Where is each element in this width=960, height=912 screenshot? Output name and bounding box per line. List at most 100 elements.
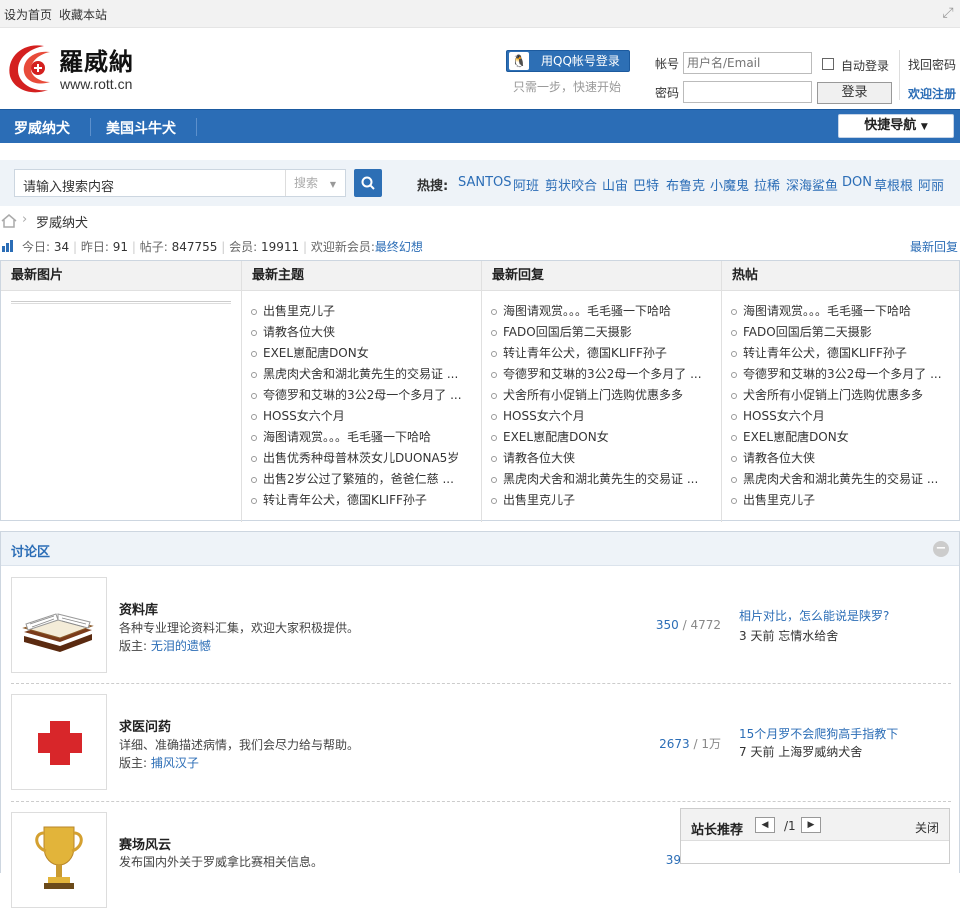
hot-search-item[interactable]: 阿班 — [513, 175, 539, 194]
list-item[interactable]: 请教各位大侠 — [491, 450, 713, 471]
last-post-user[interactable]: 忘情水给舍 — [778, 629, 838, 643]
list-item[interactable]: HOSS女六个月 — [491, 408, 713, 429]
auto-login-checkbox[interactable] — [822, 58, 834, 70]
list-item[interactable]: 转让青年公犬，德国KLIFF孙子 — [491, 345, 713, 366]
home-icon[interactable] — [1, 214, 17, 228]
list-item[interactable]: 海图请观赏。。。毛毛骚一下哈哈 — [251, 429, 473, 450]
forum-header: 讨论区 − — [1, 532, 959, 566]
list-item[interactable]: 请教各位大侠 — [731, 450, 953, 471]
members-count: 19911 — [260, 240, 300, 254]
nav-item-rottweiler[interactable]: 罗威纳犬 — [14, 118, 70, 138]
list-item[interactable]: 黑虎肉犬舍和湖北黄先生的交易证 ... — [491, 471, 713, 492]
search-box: 请输入搜索内容 搜索 ▼ — [14, 169, 346, 197]
last-post-title[interactable]: 相片对比，怎么能说是陕罗? — [739, 607, 889, 624]
search-scope-select[interactable]: 搜索 ▼ — [285, 170, 347, 196]
qq-icon: 🐧 — [509, 52, 529, 70]
hot-search-item[interactable]: 拉稀 — [754, 175, 780, 194]
hot-search-item[interactable]: SANTOS — [458, 175, 512, 190]
set-home-link[interactable]: 设为首页 — [4, 6, 52, 23]
account-input[interactable] — [683, 52, 812, 74]
list-item[interactable]: FADO回国后第二天摄影 — [731, 324, 953, 345]
board-description: 各种专业理论资料汇集，欢迎大家积极提供。 — [119, 621, 360, 635]
list-item[interactable]: 犬舍所有小促销上门选购优惠多多 — [731, 387, 953, 408]
list-item[interactable]: 出售里克儿子 — [491, 492, 713, 513]
find-password-link[interactable]: 找回密码 — [908, 56, 956, 73]
list-item[interactable]: HOSS女六个月 — [731, 408, 953, 429]
list-item[interactable]: FADO回国后第二天摄影 — [491, 324, 713, 345]
trophy-icon[interactable] — [11, 812, 107, 908]
list-item[interactable]: 出售里克儿子 — [731, 492, 953, 513]
register-link[interactable]: 欢迎注册 — [908, 85, 956, 102]
moderator-label: 版主: — [119, 756, 148, 770]
bookmark-link[interactable]: 收藏本站 — [59, 6, 107, 23]
list-item[interactable]: EXEL崽配唐DON女 — [251, 345, 473, 366]
list-item[interactable]: 转让青年公犬，德国KLIFF孙子 — [251, 492, 473, 513]
next-page-button[interactable]: ▶ — [801, 817, 821, 833]
site-logo[interactable]: 羅威納 www.rott.cn — [4, 38, 150, 98]
login-button[interactable]: 登录 — [817, 82, 892, 104]
list-item[interactable]: EXEL崽配唐DON女 — [731, 429, 953, 450]
forum-stats: 今日: 34 | 昨日: 91 | 帖子: 847755 | 会员: 19911… — [0, 238, 960, 256]
red-cross-icon[interactable] — [11, 694, 107, 790]
search-input[interactable]: 请输入搜索内容 — [23, 176, 114, 195]
board-counts: 350 / 4772 — [655, 618, 721, 632]
breadcrumb-current[interactable]: 罗威纳犬 — [36, 212, 88, 231]
list-item[interactable]: 出售2岁公过了繁殖的，爸爸仁慈 ... — [251, 471, 473, 492]
book-icon[interactable] — [11, 577, 107, 673]
board-name[interactable]: 求医问药 — [119, 716, 171, 735]
last-post-title[interactable]: 15个月罗不会爬狗高手指教下 — [739, 725, 898, 742]
main-nav: 罗威纳犬 美国斗牛犬 快捷导航 ▼ — [0, 109, 960, 143]
list-item[interactable]: 出售优秀种母普林茨女儿DUONA5岁 — [251, 450, 473, 471]
prev-page-button[interactable]: ◀ — [755, 817, 775, 833]
forum-title[interactable]: 讨论区 — [11, 541, 50, 560]
hot-search-item[interactable]: 剪状咬合 — [545, 175, 597, 194]
list-item[interactable]: 海图请观赏。。。毛毛骚一下哈哈 — [731, 303, 953, 324]
search-button[interactable] — [354, 169, 382, 197]
password-input[interactable] — [683, 81, 812, 103]
quick-nav-button[interactable]: 快捷导航 ▼ — [838, 114, 954, 138]
thread-count: 350 — [655, 618, 679, 632]
list-item[interactable]: 夸德罗和艾琳的3公2母一个多月了 ... — [491, 366, 713, 387]
hot-search-item[interactable]: 布鲁克 — [666, 175, 705, 194]
portal-panel: 最新图片 最新主题 最新回复 热帖 出售里克儿子 请教各位大侠 EXEL崽配唐D… — [0, 260, 960, 522]
hot-search-item[interactable]: 山宙 — [602, 175, 628, 194]
recommend-popup: 站长推荐 ◀ /1 ▶ 关闭 — [680, 808, 950, 864]
list-item[interactable]: EXEL崽配唐DON女 — [491, 429, 713, 450]
hot-search-item[interactable]: 深海鲨鱼 — [786, 175, 838, 194]
qq-login-button[interactable]: 🐧 用QQ帐号登录 — [506, 50, 630, 72]
hot-search-item[interactable]: 巴特 — [633, 175, 659, 194]
caret-down-icon: ▼ — [329, 180, 336, 189]
list-item[interactable]: HOSS女六个月 — [251, 408, 473, 429]
popup-close-button[interactable]: 关闭 — [915, 819, 939, 836]
list-item[interactable]: 请教各位大侠 — [251, 324, 473, 345]
list-item[interactable]: 海图请观赏。。。毛毛骚一下哈哈 — [491, 303, 713, 324]
hot-search-label: 热搜: — [417, 179, 449, 194]
posts-count: 847755 — [171, 240, 218, 254]
hot-search-item[interactable]: 草根根 — [874, 175, 913, 194]
moderator-link[interactable]: 无泪的遗憾 — [151, 639, 211, 653]
list-item[interactable]: 夸德罗和艾琳的3公2母一个多月了 ... — [731, 366, 953, 387]
newest-member-link[interactable]: 最终幻想 — [375, 240, 423, 254]
moderator-link[interactable]: 捕风汉子 — [151, 756, 199, 770]
hot-search-item[interactable]: 小魔鬼 — [710, 175, 749, 194]
list-item[interactable]: 犬舍所有小促销上门选购优惠多多 — [491, 387, 713, 408]
board-name[interactable]: 赛场风云 — [119, 834, 171, 853]
hot-search-item[interactable]: 阿丽 — [918, 175, 944, 194]
list-item[interactable]: 黑虎肉犬舍和湖北黄先生的交易证 ... — [251, 366, 473, 387]
list-item[interactable]: 出售里克儿子 — [251, 303, 473, 324]
panel-header-latest-topics: 最新主题 — [242, 261, 481, 291]
last-post-meta: 7 天前 上海罗威纳犬舍 — [739, 743, 862, 760]
column-divider — [481, 261, 482, 522]
nav-item-pitbull[interactable]: 美国斗牛犬 — [106, 118, 176, 138]
last-post-user[interactable]: 上海罗威纳犬舍 — [778, 745, 862, 759]
logo-text: 羅威納 — [59, 47, 134, 76]
column-divider — [721, 261, 722, 522]
hot-search-item[interactable]: DON — [842, 175, 872, 190]
list-item[interactable]: 夸德罗和艾琳的3公2母一个多月了 ... — [251, 387, 473, 408]
expand-icon[interactable]: ⤢ — [940, 5, 956, 21]
collapse-icon[interactable]: − — [933, 541, 949, 557]
board-name[interactable]: 资料库 — [119, 599, 158, 618]
list-item[interactable]: 转让青年公犬，德国KLIFF孙子 — [731, 345, 953, 366]
latest-reply-link[interactable]: 最新回复 — [910, 238, 958, 255]
list-item[interactable]: 黑虎肉犬舍和湖北黄先生的交易证 ... — [731, 471, 953, 492]
